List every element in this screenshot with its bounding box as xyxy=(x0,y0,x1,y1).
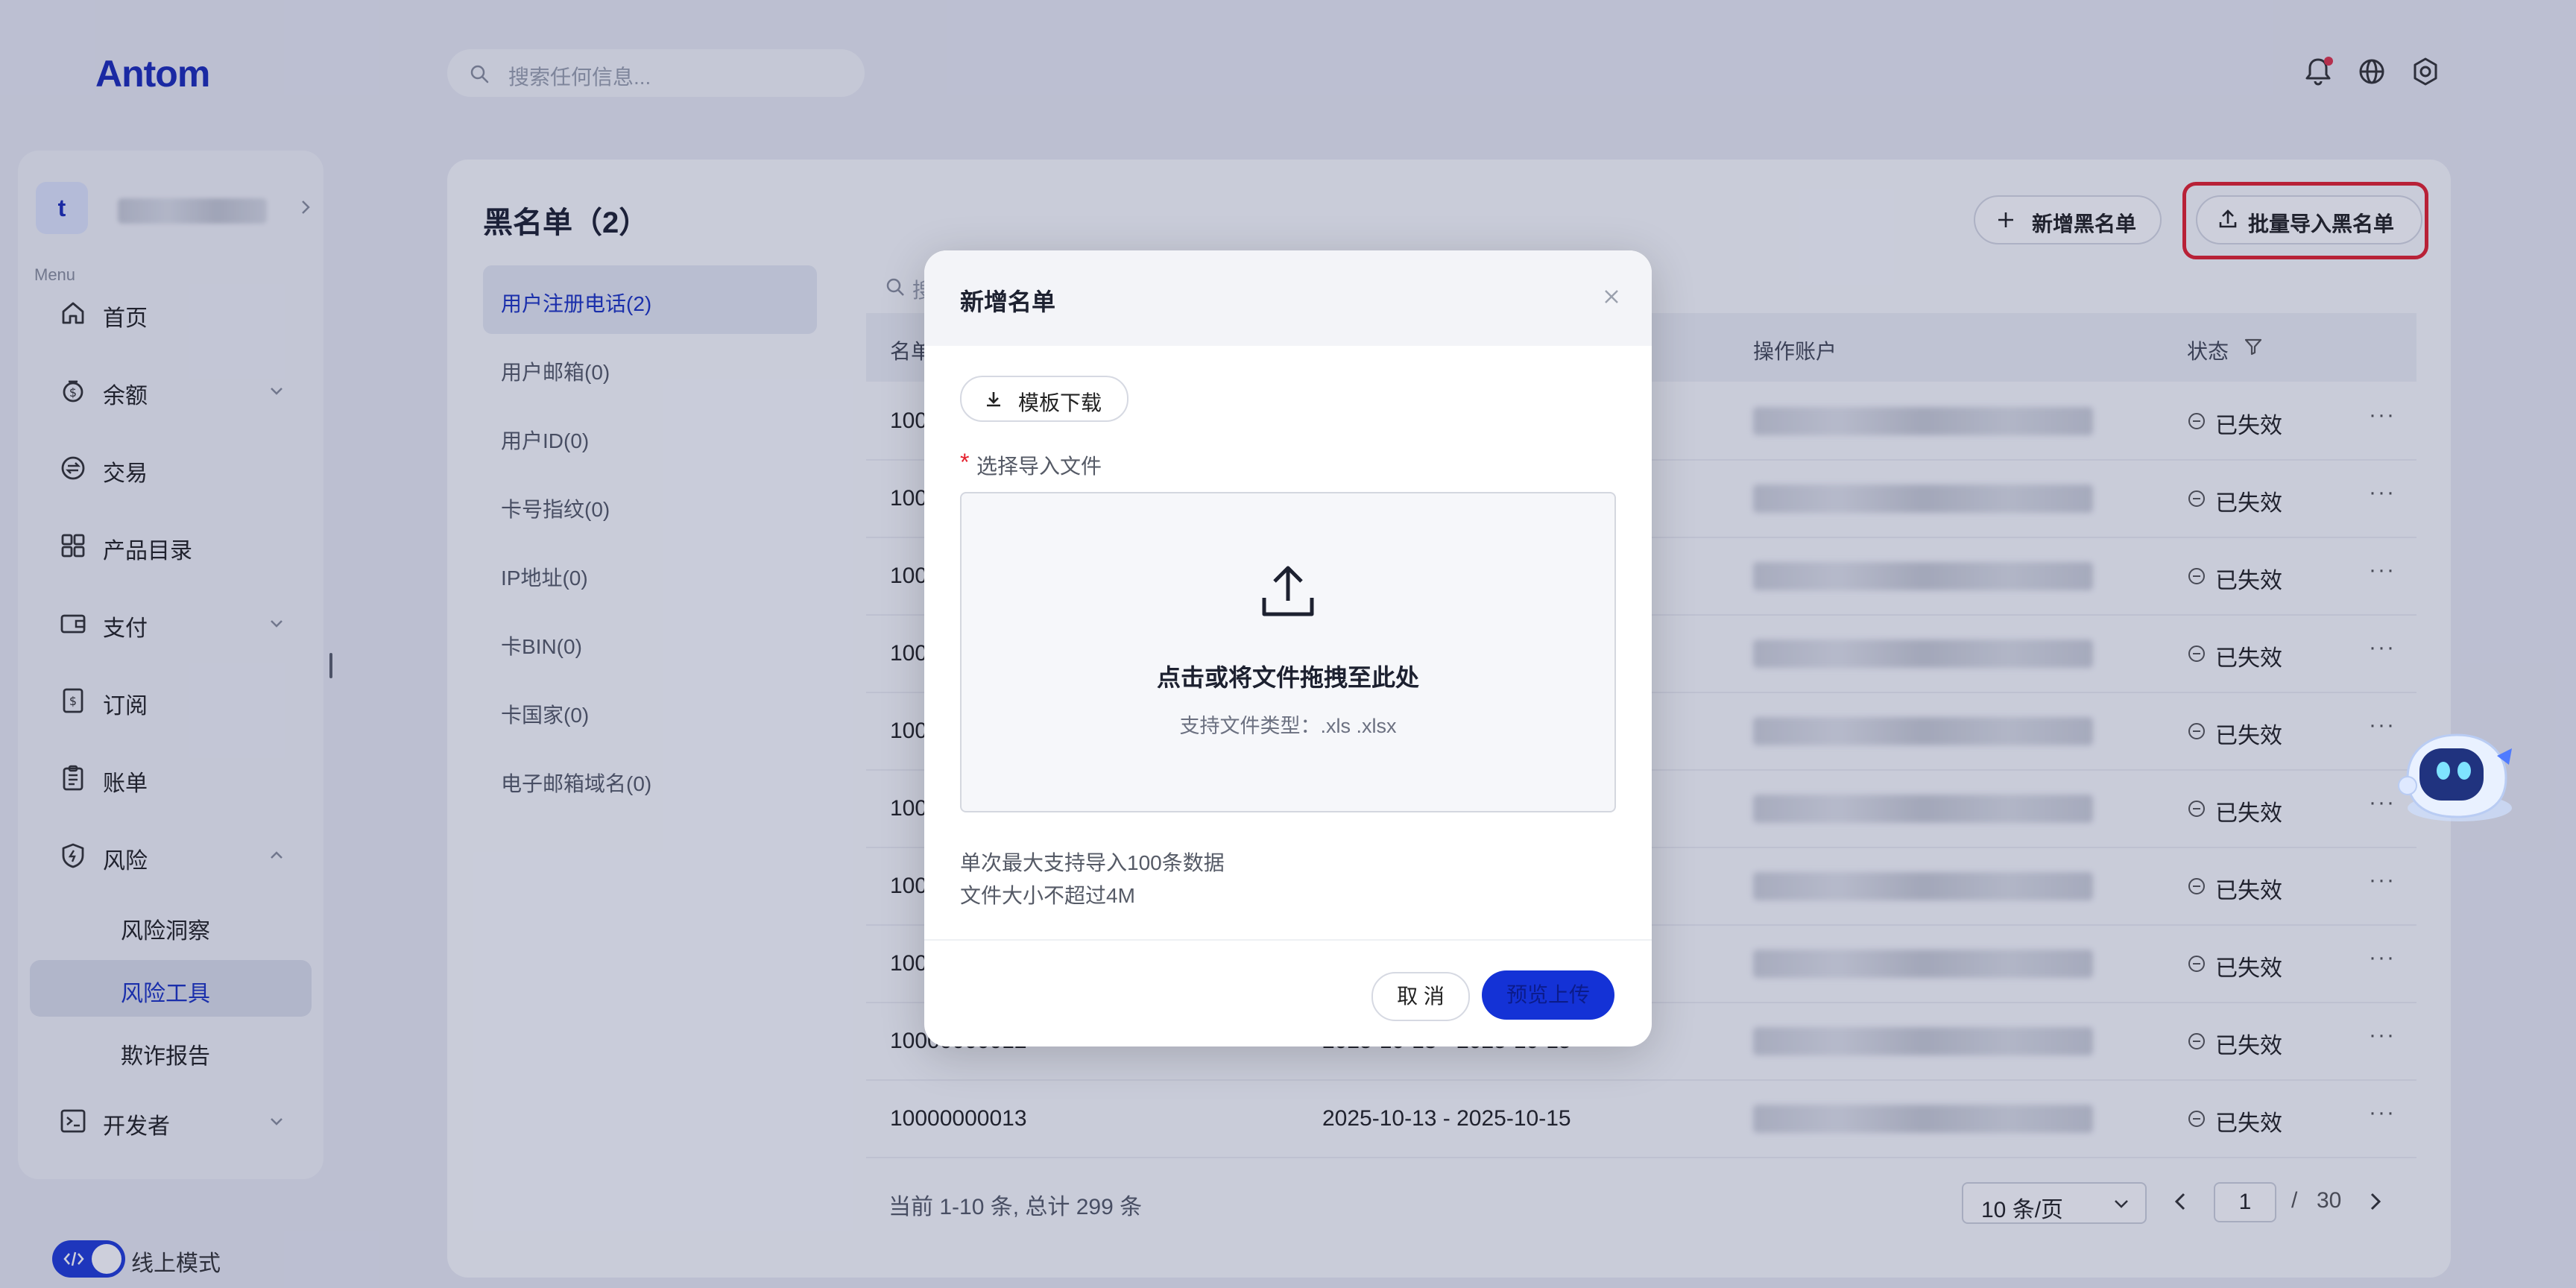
close-icon[interactable] xyxy=(1601,286,1622,307)
dropzone-main-text: 点击或将文件拖拽至此处 xyxy=(1156,664,1419,691)
dropzone-file-types: 支持文件类型：.xls .xlsx xyxy=(1179,715,1397,737)
modal-divider xyxy=(924,939,1652,941)
file-dropzone[interactable]: 点击或将文件拖拽至此处 支持文件类型：.xls .xlsx xyxy=(960,492,1616,812)
template-download-button[interactable]: 模板下载 xyxy=(960,376,1128,422)
ai-assistant-bot-icon[interactable] xyxy=(2385,719,2527,830)
upload-icon xyxy=(1258,561,1318,620)
required-asterisk: * xyxy=(960,449,970,476)
modal-title: 新增名单 xyxy=(960,288,1056,315)
download-icon xyxy=(984,389,1003,410)
import-limit-note: 单次最大支持导入100条数据 xyxy=(960,851,1225,874)
modal-header: 新增名单 xyxy=(924,250,1652,346)
file-field-label: 选择导入文件 xyxy=(976,455,1102,478)
add-list-modal: 新增名单 模板下载 * 选择导入文件 点击或将文件拖拽至此处 支持文件类型：.x… xyxy=(924,250,1652,1046)
cancel-button[interactable]: 取 消 xyxy=(1371,972,1470,1021)
file-size-note: 文件大小不超过4M xyxy=(960,884,1135,907)
preview-upload-button[interactable]: 预览上传 xyxy=(1482,970,1614,1020)
